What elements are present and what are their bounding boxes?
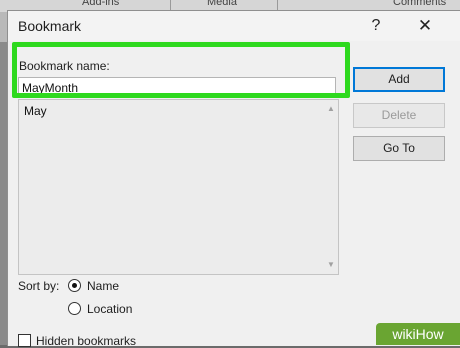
dialog-title: Bookmark bbox=[18, 18, 82, 34]
bookmark-name-label: Bookmark name: bbox=[19, 59, 110, 73]
ribbon-tab-add-ins[interactable]: Add-ins bbox=[82, 0, 119, 8]
scroll-down-arrow-icon[interactable]: ▼ bbox=[324, 258, 338, 272]
hidden-bookmarks-checkbox[interactable] bbox=[18, 334, 31, 347]
scroll-up-arrow-icon[interactable]: ▲ bbox=[324, 102, 338, 116]
dialog-titlebar[interactable]: Bookmark ? ✕ bbox=[8, 11, 460, 41]
ribbon-tab-media[interactable]: Media bbox=[207, 0, 237, 8]
bookmark-dialog: Bookmark ? ✕ Bookmark name: MayMonth May… bbox=[7, 10, 460, 348]
wikihow-watermark: wikiHow bbox=[376, 323, 460, 345]
close-button[interactable]: ✕ bbox=[413, 15, 437, 37]
sort-location-label[interactable]: Location bbox=[87, 302, 132, 316]
sort-name-radio[interactable] bbox=[68, 279, 81, 292]
sort-by-label: Sort by: bbox=[18, 279, 60, 293]
sort-name-label[interactable]: Name bbox=[87, 279, 119, 293]
add-button[interactable]: Add bbox=[353, 67, 445, 92]
sort-location-radio[interactable] bbox=[68, 302, 81, 315]
list-item[interactable]: May bbox=[24, 104, 47, 118]
go-to-button[interactable]: Go To bbox=[353, 136, 445, 161]
ribbon-tab-comments[interactable]: Comments bbox=[393, 0, 446, 8]
delete-button[interactable]: Delete bbox=[353, 103, 445, 128]
bookmark-list[interactable]: May ▲ ▼ bbox=[18, 99, 339, 275]
help-button[interactable]: ? bbox=[365, 15, 387, 37]
hidden-bookmarks-label[interactable]: Hidden bookmarks bbox=[36, 334, 136, 348]
bookmark-name-input[interactable]: MayMonth bbox=[18, 77, 336, 97]
window-edge bbox=[0, 42, 7, 345]
